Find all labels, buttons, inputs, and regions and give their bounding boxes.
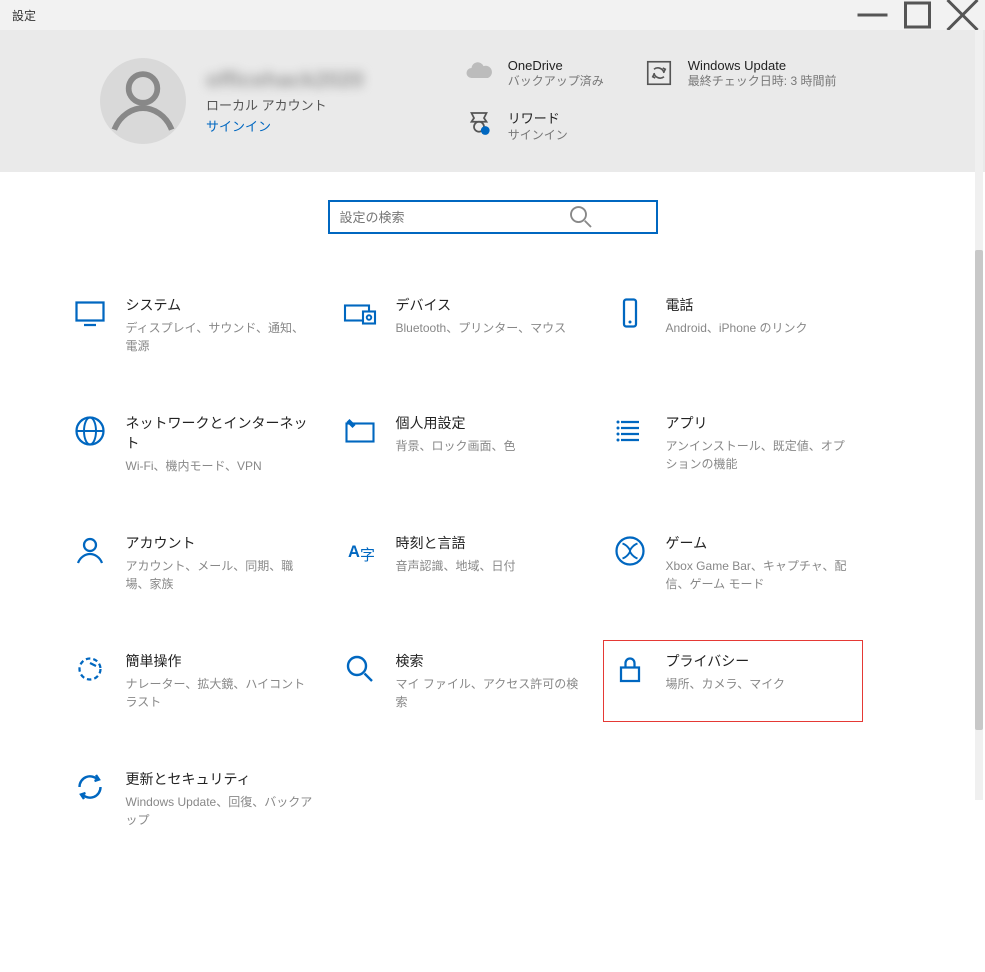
privacy-title: プライバシー xyxy=(666,651,786,671)
monitor-icon xyxy=(72,295,108,331)
devices-title: デバイス xyxy=(396,295,567,315)
gaming-title: ゲーム xyxy=(666,533,854,553)
close-button[interactable] xyxy=(940,0,985,30)
phone-title: 電話 xyxy=(666,295,808,315)
user-icon xyxy=(100,58,186,144)
onedrive-tile[interactable]: OneDrive バックアップ済み xyxy=(464,58,604,90)
rewards-tile[interactable]: リワード サインイン xyxy=(464,108,604,144)
scrollbar-thumb[interactable] xyxy=(975,250,983,730)
minimize-icon xyxy=(850,0,895,30)
avatar xyxy=(100,58,186,144)
user-name: officehack2020 xyxy=(206,67,364,93)
window-title: 設定 xyxy=(12,7,36,24)
accessibility-icon xyxy=(72,651,108,687)
category-ease-of-access[interactable]: 簡単操作 ナレーター、拡大鏡、ハイコントラスト xyxy=(63,640,323,722)
title-bar: 設定 xyxy=(0,0,985,30)
search-box[interactable] xyxy=(328,200,658,234)
update-sec-sub: Windows Update、回復、バックアップ xyxy=(126,793,314,829)
update-sec-title: 更新とセキュリティ xyxy=(126,769,314,789)
account-header: officehack2020 ローカル アカウント サインイン OneDrive… xyxy=(0,30,985,172)
category-apps[interactable]: アプリ アンインストール、既定値、オプションの機能 xyxy=(603,402,863,486)
apps-title: アプリ xyxy=(666,413,854,433)
category-update-security[interactable]: 更新とセキュリティ Windows Update、回復、バックアップ xyxy=(63,758,323,840)
sync-icon xyxy=(644,58,674,88)
accounts-title: アカウント xyxy=(126,533,314,553)
magnifier-icon xyxy=(342,651,378,687)
category-system[interactable]: システム ディスプレイ、サウンド、通知、電源 xyxy=(63,284,323,366)
search-icon xyxy=(516,202,646,232)
globe-icon xyxy=(72,413,108,449)
onedrive-sub: バックアップ済み xyxy=(508,73,604,90)
time-title: 時刻と言語 xyxy=(396,533,516,553)
category-gaming[interactable]: ゲーム Xbox Game Bar、キャプチャ、配信、ゲーム モード xyxy=(603,522,863,604)
update-title: Windows Update xyxy=(688,58,837,73)
close-icon xyxy=(940,0,985,30)
windows-update-tile[interactable]: Windows Update 最終チェック日時: 3 時間前 xyxy=(644,58,837,90)
signin-link[interactable]: サインイン xyxy=(206,116,364,135)
scrollbar[interactable] xyxy=(975,30,983,800)
update-sub: 最終チェック日時: 3 時間前 xyxy=(688,73,837,90)
category-personalization[interactable]: 個人用設定 背景、ロック画面、色 xyxy=(333,402,593,486)
ease-title: 簡単操作 xyxy=(126,651,314,671)
category-time-language[interactable]: A字 時刻と言語 音声認識、地域、日付 xyxy=(333,522,593,604)
user-block[interactable]: officehack2020 ローカル アカウント サインイン xyxy=(100,58,364,144)
rewards-sub: サインイン xyxy=(508,127,568,144)
language-icon: A字 xyxy=(342,533,378,569)
phone-icon xyxy=(612,295,648,331)
search-cat-sub: マイ ファイル、アクセス許可の検索 xyxy=(396,675,584,711)
system-title: システム xyxy=(126,295,314,315)
gaming-sub: Xbox Game Bar、キャプチャ、配信、ゲーム モード xyxy=(666,557,854,593)
xbox-icon xyxy=(612,533,648,569)
window-controls xyxy=(850,0,985,30)
category-phone[interactable]: 電話 Android、iPhone のリンク xyxy=(603,284,863,366)
maximize-icon xyxy=(895,0,940,30)
ease-sub: ナレーター、拡大鏡、ハイコントラスト xyxy=(126,675,314,711)
devices-sub: Bluetooth、プリンター、マウス xyxy=(396,319,567,337)
keyboard-icon xyxy=(342,295,378,331)
category-privacy[interactable]: プライバシー 場所、カメラ、マイク xyxy=(603,640,863,722)
apps-sub: アンインストール、既定値、オプションの機能 xyxy=(666,437,854,473)
onedrive-title: OneDrive xyxy=(508,58,604,73)
category-search[interactable]: 検索 マイ ファイル、アクセス許可の検索 xyxy=(333,640,593,722)
personalization-title: 個人用設定 xyxy=(396,413,516,433)
search-cat-title: 検索 xyxy=(396,651,584,671)
search-input[interactable] xyxy=(340,210,516,225)
rewards-icon xyxy=(464,108,494,138)
time-sub: 音声認識、地域、日付 xyxy=(396,557,516,575)
category-network[interactable]: ネットワークとインターネット Wi-Fi、機内モード、VPN xyxy=(63,402,323,486)
apps-icon xyxy=(612,413,648,449)
personalization-sub: 背景、ロック画面、色 xyxy=(396,437,516,455)
accounts-sub: アカウント、メール、同期、職場、家族 xyxy=(126,557,314,593)
category-accounts[interactable]: アカウント アカウント、メール、同期、職場、家族 xyxy=(63,522,323,604)
system-sub: ディスプレイ、サウンド、通知、電源 xyxy=(126,319,314,355)
phone-sub: Android、iPhone のリンク xyxy=(666,319,808,337)
maximize-button[interactable] xyxy=(895,0,940,30)
lock-icon xyxy=(612,651,648,687)
rewards-title: リワード xyxy=(508,108,568,127)
cloud-icon xyxy=(464,58,494,88)
paint-icon xyxy=(342,413,378,449)
person-icon xyxy=(72,533,108,569)
svg-text:字: 字 xyxy=(360,547,375,564)
network-sub: Wi-Fi、機内モード、VPN xyxy=(126,457,314,475)
account-type: ローカル アカウント xyxy=(206,95,364,114)
category-devices[interactable]: デバイス Bluetooth、プリンター、マウス xyxy=(333,284,593,366)
main-content: システム ディスプレイ、サウンド、通知、電源 デバイス Bluetooth、プリ… xyxy=(0,172,985,972)
minimize-button[interactable] xyxy=(850,0,895,30)
svg-text:A: A xyxy=(348,543,360,561)
network-title: ネットワークとインターネット xyxy=(126,413,314,453)
privacy-sub: 場所、カメラ、マイク xyxy=(666,675,786,693)
